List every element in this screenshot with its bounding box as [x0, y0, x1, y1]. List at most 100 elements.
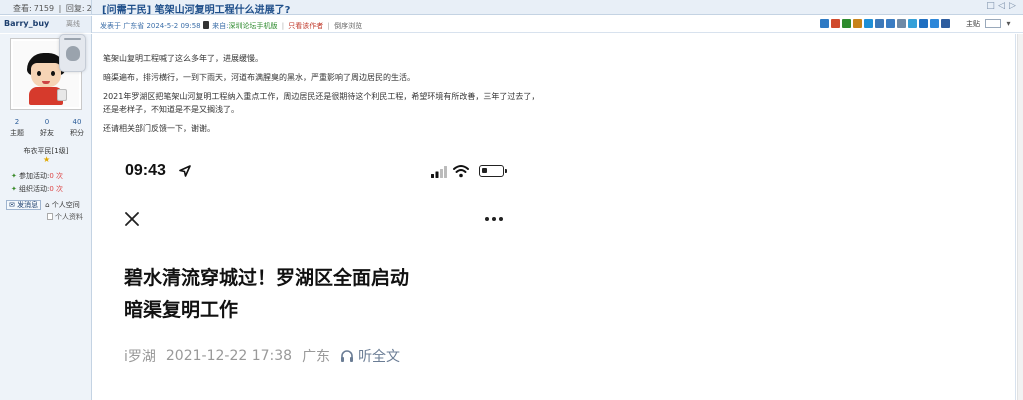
font-size-dropdown-icon[interactable]: ▾ [1004, 19, 1013, 28]
post-date: 发表于 广东省 2024-5-2 09:58 [100, 22, 201, 30]
text-icon[interactable] [941, 19, 950, 28]
bookmark-icon[interactable]: □ [986, 2, 995, 11]
listen-label: 听全文 [358, 349, 401, 365]
profile-icon [47, 213, 53, 220]
headline-line: 碧水清流穿城过！罗湖区全面启动 [124, 267, 410, 289]
article-byline: i罗湖 2021-12-22 17:38 广东 听全文 [124, 346, 400, 366]
star-icon: ★ [43, 155, 51, 164]
activity-organized: ✦ 组织活动:0 次 [11, 184, 63, 194]
thread-title[interactable]: [问需于民] 笔架山河复明工程什么进展了? [102, 1, 290, 16]
avatar-eye [37, 71, 41, 76]
activity-icon: ✦ [11, 172, 17, 180]
counter-label: 积分 [70, 129, 84, 137]
author-only-link[interactable]: 只看该作者 [288, 22, 323, 30]
dot [492, 217, 496, 221]
post-body: 笔架山复明工程喊了这么多年了，进展缓慢。 暗渠遍布，排污横行，一到下雨天，河道布… [103, 52, 543, 141]
status-badge: 离线 [66, 20, 80, 28]
views-label: 查看: [13, 4, 32, 13]
favorite-icon[interactable] [842, 19, 851, 28]
counter-value: 2 [14, 118, 20, 126]
battery-level [482, 168, 487, 173]
thread-nav: □ ◁ ▷ [986, 2, 1017, 11]
views-count: 7159 [33, 4, 55, 13]
avatar-bag [57, 89, 67, 101]
user-actions: ✉ 发消息 ⌂ 个人空间 [6, 200, 80, 210]
next-thread-icon[interactable]: ▷ [1008, 2, 1017, 11]
from-label: 来自: [212, 22, 229, 30]
points-counter[interactable]: 40 积分 [66, 118, 88, 138]
from-source-link[interactable]: 深圳论坛手机版 [228, 22, 277, 30]
attached-screenshot[interactable]: 09:43 碧水清流穿城过！罗湖区全面启动 暗渠复明工作 i罗湖 2021-12… [103, 150, 543, 400]
next-icon[interactable] [930, 19, 939, 28]
post-paragraph: 暗渠遍布，排污横行，一到下雨天，河道布满腥臭的黑水，严重影响了周边居民的生活。 [103, 73, 415, 82]
post-header-row: Barry_buy 离线 发表于 广东省 2024-5-2 09:58 来自:深… [0, 16, 1023, 33]
mobile-client-icon[interactable] [59, 34, 86, 72]
headphones-icon [341, 350, 354, 362]
divider: | [327, 22, 330, 30]
thread-stats: 查看: 7159 | 回复: 2 [0, 0, 92, 15]
mobile-icon [202, 21, 209, 29]
personal-space-link[interactable]: ⌂ 个人空间 [45, 200, 80, 210]
listen-button[interactable]: 听全文 [340, 346, 400, 366]
dot [485, 217, 489, 221]
personal-space-label: 个人空间 [51, 201, 80, 209]
font-size-label: 主贴 [966, 20, 980, 28]
scrollbar[interactable] [1017, 34, 1023, 400]
friends-counter[interactable]: 0 好友 [36, 118, 58, 138]
divider: | [58, 4, 62, 13]
user-sidebar: 2 主题 0 好友 40 积分 布衣平民[1级] ★ ✦ 参加活动:0 次 ✦ 组织… [0, 34, 92, 400]
battery-icon [479, 165, 507, 177]
print-icon[interactable] [831, 19, 840, 28]
signal-icon [431, 166, 447, 178]
post-paragraph: 2021年罗湖区把笔架山河复明工程纳入重点工作，周边居民还是很期待这个利民工程，… [103, 92, 540, 114]
article-datetime: 2021-12-22 17:38 [165, 348, 293, 364]
qq-icon[interactable] [864, 19, 873, 28]
weibo-icon[interactable] [875, 19, 884, 28]
report-icon[interactable] [886, 19, 895, 28]
counter-label: 好友 [40, 129, 54, 137]
send-message-label: 发消息 [17, 201, 39, 209]
article-headline: 碧水清流穿城过！罗湖区全面启动 暗渠复明工作 [124, 262, 524, 326]
username[interactable]: Barry_buy [4, 19, 49, 28]
replies-count: 2 [86, 4, 92, 13]
more-options-icon[interactable] [485, 217, 503, 221]
activity-icon: ✦ [11, 185, 17, 193]
article-region: 广东 [302, 349, 331, 365]
activity-organized-label: 组织活动: [19, 185, 50, 193]
close-icon[interactable] [124, 211, 140, 227]
email-icon[interactable] [853, 19, 862, 28]
headline-line: 暗渠复明工作 [124, 299, 239, 321]
replies-label: 回复: [65, 4, 85, 13]
user-bar: Barry_buy 离线 [0, 16, 92, 33]
divider: | [281, 22, 285, 30]
threads-counter[interactable]: 2 主题 [6, 118, 28, 138]
counter-label: 主题 [10, 129, 24, 137]
post-meta: 发表于 广东省 2024-5-2 09:58 来自:深圳论坛手机版 | 只看该作… [100, 21, 362, 31]
location-arrow-icon [179, 165, 191, 177]
share-toolbar [820, 19, 950, 28]
article-source[interactable]: i罗湖 [124, 346, 156, 366]
previous-thread-icon[interactable]: ◁ [997, 2, 1006, 11]
activity-joined-label: 参加活动: [19, 172, 50, 180]
font-size-input[interactable] [985, 19, 1001, 28]
activity-joined-count: 0 次 [49, 172, 64, 180]
post-paragraph: 还请相关部门反馈一下，谢谢。 [103, 124, 215, 133]
profile-link[interactable]: 个人资料 [47, 212, 83, 222]
reverse-view-link[interactable]: 倒序浏览 [334, 22, 362, 30]
counter-value: 40 [72, 118, 82, 126]
counter-value: 0 [44, 118, 50, 126]
activity-joined: ✦ 参加活动:0 次 [11, 171, 63, 181]
dot [499, 217, 503, 221]
share-icon[interactable] [820, 19, 829, 28]
profile-label: 个人资料 [55, 213, 83, 221]
phone-clock: 09:43 [125, 162, 166, 179]
avatar-eye [51, 71, 55, 76]
user-counters: 2 主题 0 好友 40 积分 [6, 118, 88, 138]
activity-organized-count: 0 次 [49, 185, 64, 193]
send-message-button[interactable]: ✉ 发消息 [6, 200, 42, 210]
translate-icon[interactable] [908, 19, 917, 28]
post-paragraph: 笔架山复明工程喊了这么多年了，进展缓慢。 [103, 54, 263, 63]
apple-icon [66, 46, 80, 61]
help-icon[interactable] [919, 19, 928, 28]
copy-icon[interactable] [897, 19, 906, 28]
